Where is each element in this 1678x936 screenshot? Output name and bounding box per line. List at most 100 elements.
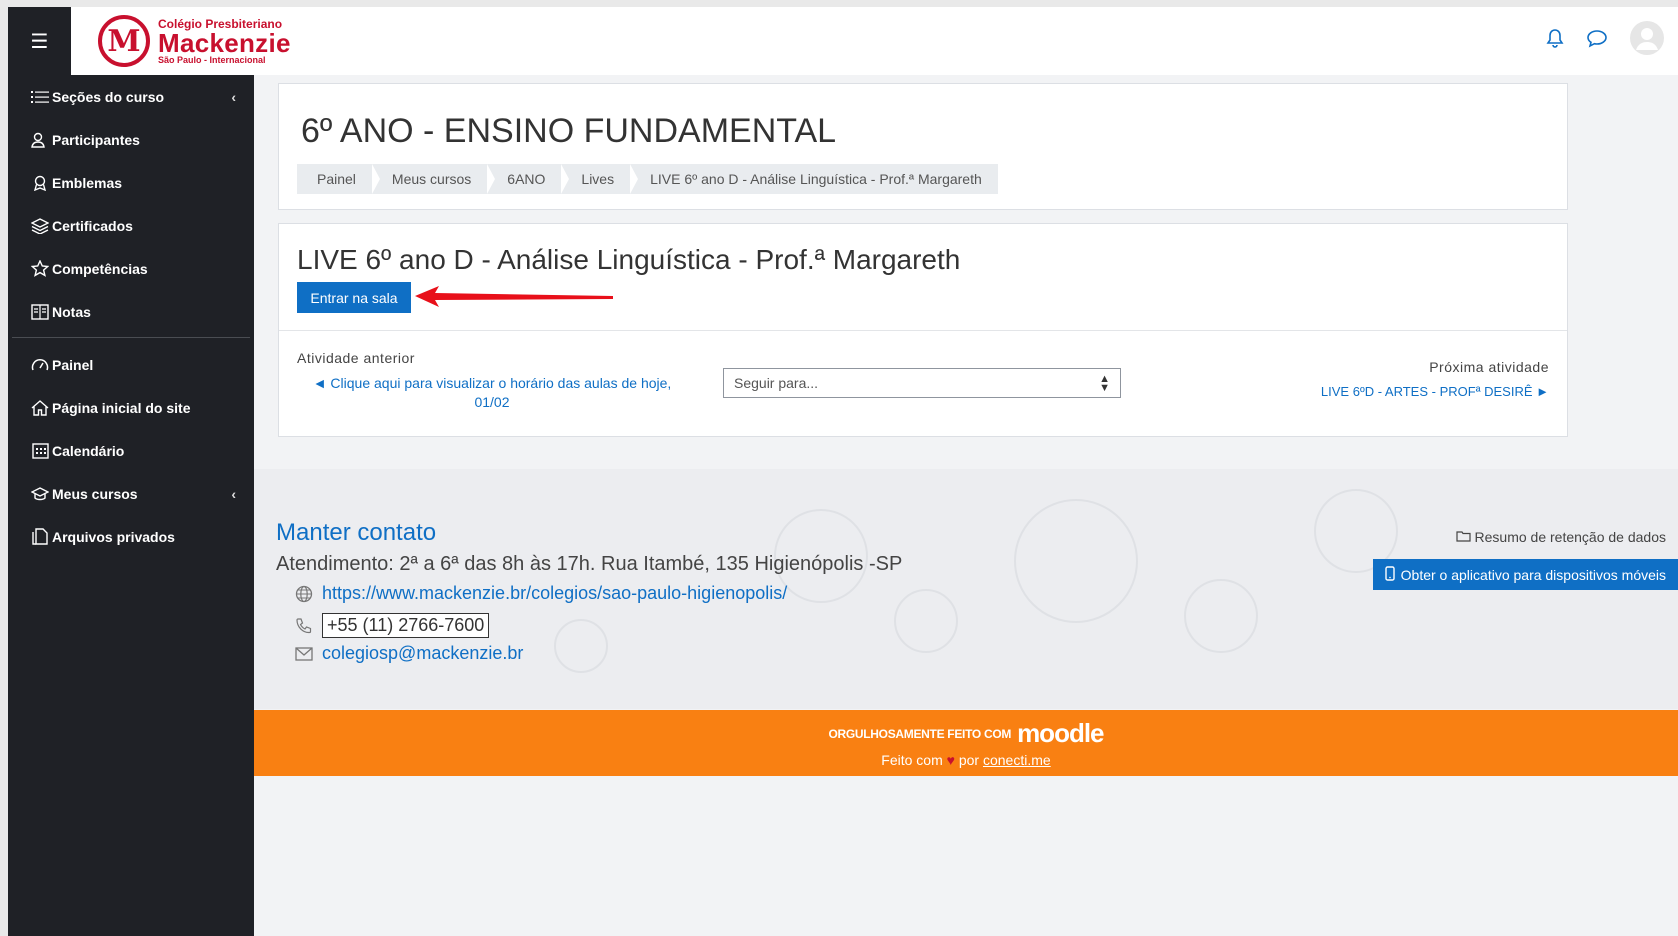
sidebar-item-label: Notas: [52, 303, 91, 320]
sidebar-item-participantes[interactable]: Participantes: [8, 118, 254, 161]
activity-title: LIVE 6º ano D - Análise Linguística - Pr…: [297, 244, 961, 275]
credits: Feito com ♥ por conecti.me: [254, 752, 1678, 768]
sidebar-item-label: Certificados: [52, 217, 133, 234]
contact-website-row: https://www.mackenzie.br/colegios/sao-pa…: [292, 583, 787, 604]
folder-icon: [1455, 529, 1471, 545]
phone-icon: [292, 617, 316, 635]
sidebar-item-competencias[interactable]: Competências: [8, 247, 254, 290]
sidebar-item-painel[interactable]: Painel: [8, 343, 254, 386]
sidebar-item-label: Arquivos privados: [52, 528, 175, 545]
sidebar-item-arquivos-privados[interactable]: Arquivos privados: [8, 515, 254, 558]
phone-number[interactable]: +55 (11) 2766-7600: [322, 613, 490, 638]
credits-by: por: [958, 752, 980, 768]
left-sidebar: Seções do curso ‹ Participantes Emblemas…: [8, 75, 254, 936]
footer-bar: ORGULHOSAMENTE FEITO COM moodle Feito co…: [254, 710, 1678, 776]
breadcrumb-item[interactable]: Meus cursos: [372, 164, 496, 194]
background-doodle: [894, 589, 958, 653]
page-header-card: 6º ANO - ENSINO FUNDAMENTAL Painel Meus …: [278, 83, 1568, 210]
sidebar-item-label: Seções do curso: [52, 88, 165, 105]
bell-icon[interactable]: [1546, 28, 1564, 48]
file-icon: [30, 528, 50, 545]
sidebar-divider: [12, 337, 250, 338]
list-icon: [30, 90, 50, 104]
email-link[interactable]: colegiosp@mackenzie.br: [322, 643, 523, 664]
sidebar-item-pagina-inicial[interactable]: Página inicial do site: [8, 386, 254, 429]
mobile-app-label: Obter o aplicativo para dispositivos móv…: [1400, 566, 1666, 583]
sidebar-item-label: Calendário: [52, 442, 125, 459]
page-title: 6º ANO - ENSINO FUNDAMENTAL: [301, 112, 837, 150]
logo-emblem: M: [98, 15, 150, 67]
background-doodle: [1184, 579, 1258, 653]
powered-by-moodle[interactable]: ORGULHOSAMENTE FEITO COM moodle: [254, 718, 1678, 749]
contact-email-row: colegiosp@mackenzie.br: [292, 643, 523, 664]
select-arrows-icon: ▲ ▼: [1099, 373, 1110, 394]
website-link[interactable]: https://www.mackenzie.br/colegios/sao-pa…: [322, 583, 787, 604]
sidebar-item-label: Participantes: [52, 131, 140, 148]
mobile-app-button[interactable]: Obter o aplicativo para dispositivos móv…: [1372, 559, 1678, 590]
credits-link[interactable]: conecti.me: [983, 752, 1051, 768]
site-logo[interactable]: M Colégio Presbiteriano Mackenzie São Pa…: [98, 13, 291, 69]
book-icon: [30, 303, 50, 320]
sidebar-item-label: Competências: [52, 260, 148, 277]
user-avatar-icon[interactable]: [1630, 21, 1664, 55]
top-navbar: ☰ M Colégio Presbiteriano Mackenzie São …: [8, 7, 1678, 75]
sidebar-item-notas[interactable]: Notas: [8, 290, 254, 333]
credits-prefix: Feito com: [881, 752, 943, 768]
background-doodle: [554, 619, 608, 673]
background-doodle: [1014, 499, 1138, 623]
sidebar-item-label: Página inicial do site: [52, 399, 191, 416]
breadcrumb-item[interactable]: Lives: [561, 164, 638, 194]
activity-card: LIVE 6º ano D - Análise Linguística - Pr…: [278, 223, 1568, 437]
badge-icon: [30, 175, 50, 191]
chevron-left-icon[interactable]: ‹: [231, 89, 236, 105]
section-divider: [279, 330, 1567, 331]
mobile-phone-icon: [1384, 565, 1395, 584]
sidebar-item-meus-cursos[interactable]: Meus cursos ‹: [8, 472, 254, 515]
logo-line-3: São Paulo - Internacional: [158, 54, 266, 65]
users-icon: [30, 132, 50, 148]
home-icon: [30, 399, 50, 416]
sidebar-item-label: Meus cursos: [52, 485, 138, 502]
contact-address: Atendimento: 2ª a 6ª das 8h às 17h. Rua …: [276, 553, 903, 575]
calendar-icon: [30, 442, 50, 459]
nav-icons: [1546, 21, 1664, 55]
data-retention-link[interactable]: Resumo de retenção de dados: [1455, 529, 1666, 545]
contact-title: Manter contato: [276, 519, 437, 546]
sidebar-item-label: Painel: [52, 356, 94, 373]
sidebar-item-emblemas[interactable]: Emblemas: [8, 161, 254, 204]
contact-phone-row: +55 (11) 2766-7600: [292, 613, 490, 638]
moodle-logo: moodle: [1017, 718, 1104, 748]
jump-to-select[interactable]: Seguir para... ▲ ▼: [723, 368, 1121, 398]
chat-icon[interactable]: [1586, 28, 1608, 48]
browser-frame: ☰ M Colégio Presbiteriano Mackenzie São …: [8, 7, 1678, 936]
enter-room-button[interactable]: Entrar na sala: [297, 282, 411, 313]
chevron-left-icon[interactable]: ‹: [231, 486, 236, 502]
hamburger-icon: ☰: [30, 29, 49, 53]
logo-line-2: Mackenzie: [158, 27, 291, 58]
star-icon: [30, 260, 50, 277]
annotation-arrow-icon: [415, 286, 613, 307]
sidebar-item-certificados[interactable]: Certificados: [8, 204, 254, 247]
data-retention-label: Resumo de retenção de dados: [1474, 529, 1666, 545]
next-activity-label: Próxima atividade: [1429, 359, 1549, 375]
layers-icon: [30, 217, 50, 234]
sidebar-item-calendario[interactable]: Calendário: [8, 429, 254, 472]
envelope-icon: [292, 646, 316, 661]
breadcrumb-item[interactable]: Painel: [297, 164, 380, 194]
footer-contact-area: Manter contato Atendimento: 2ª a 6ª das …: [254, 469, 1678, 709]
graduation-cap-icon: [30, 486, 50, 501]
sidebar-item-label: Emblemas: [52, 174, 123, 191]
breadcrumb-item[interactable]: 6ANO: [487, 164, 570, 194]
next-activity-link[interactable]: LIVE 6ºD - ARTES - PROFª DESIRÊ ►: [1321, 384, 1549, 399]
breadcrumb-item-current[interactable]: LIVE 6º ano D - Análise Linguística - Pr…: [630, 164, 998, 194]
logo-text: Colégio Presbiteriano Mackenzie São Paul…: [158, 18, 291, 65]
sidebar-item-secoes[interactable]: Seções do curso ‹: [8, 75, 254, 118]
globe-icon: [292, 585, 316, 603]
jump-to-value: Seguir para...: [734, 375, 819, 391]
previous-activity-link[interactable]: ◄ Clique aqui para visualizar o horário …: [297, 374, 687, 412]
heart-icon: ♥: [946, 752, 955, 768]
made-with-label: ORGULHOSAMENTE FEITO COM: [828, 726, 1012, 741]
breadcrumb: Painel Meus cursos 6ANO Lives LIVE 6º an…: [297, 164, 998, 194]
previous-activity-label: Atividade anterior: [297, 350, 415, 366]
menu-toggle-button[interactable]: ☰: [8, 7, 71, 75]
